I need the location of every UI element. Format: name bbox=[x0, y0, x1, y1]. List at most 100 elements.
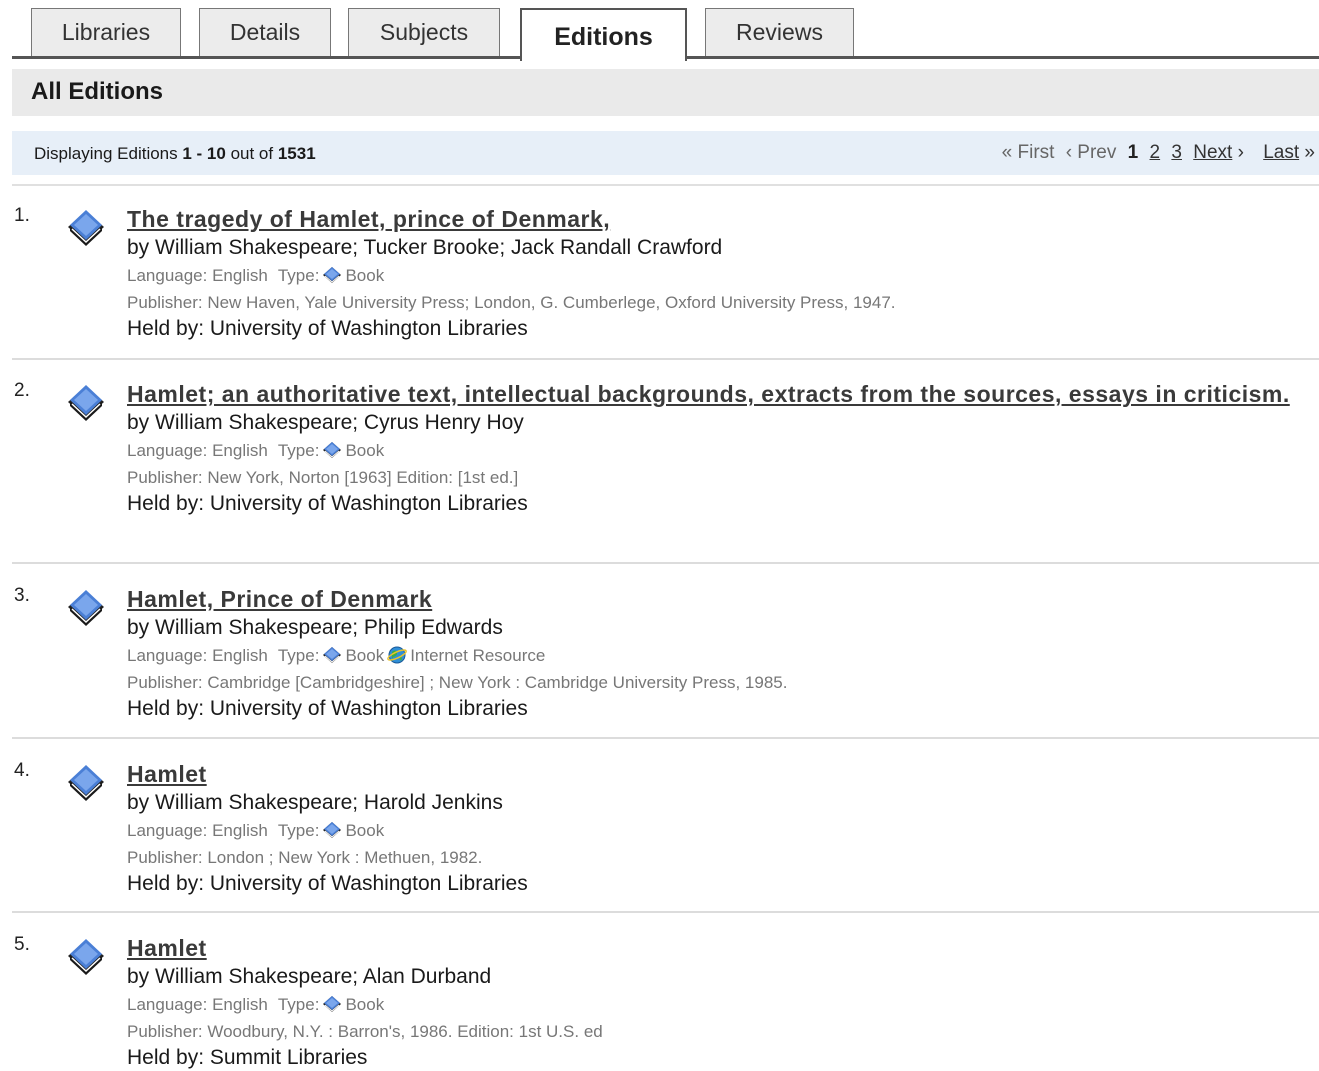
result-authors: by William Shakespeare; Harold Jenkins bbox=[127, 791, 503, 814]
type-label: Type: bbox=[277, 441, 320, 460]
book-icon bbox=[321, 440, 343, 460]
results-total: 1531 bbox=[277, 144, 316, 163]
book-icon bbox=[321, 265, 343, 285]
result-authors: by William Shakespeare; Alan Durband bbox=[127, 965, 492, 988]
result-title-link[interactable]: Hamlet, Prince of Denmark bbox=[127, 585, 1307, 614]
result-number: 3. bbox=[14, 585, 30, 606]
pager-next-arrow: › bbox=[1237, 142, 1244, 163]
result-details: Hamlet, Prince of Denmark by William Shak… bbox=[127, 585, 1307, 722]
pager-last-arrow: » bbox=[1304, 142, 1315, 163]
divider bbox=[12, 737, 1319, 739]
result-held-by: Held by: Summit Libraries bbox=[127, 1045, 1307, 1071]
result-publisher: Publisher: New Haven, Yale University Pr… bbox=[127, 289, 1307, 316]
publisher-value: London ; New York : Methuen, 1982. bbox=[207, 848, 483, 867]
pager-last[interactable]: Last » bbox=[1263, 142, 1315, 163]
pager: « First ‹ Prev 1 2 3 Next › Last » bbox=[996, 142, 1315, 164]
results-count-prefix: Displaying Editions bbox=[34, 144, 183, 163]
publisher-label: Publisher: bbox=[127, 673, 208, 692]
result-details: The tragedy of Hamlet, prince of Denmark… bbox=[127, 205, 1307, 342]
tab-reviews[interactable]: Reviews bbox=[705, 8, 854, 56]
language-label: Language: bbox=[127, 995, 213, 1014]
held-by-label: Held by: bbox=[127, 1046, 210, 1069]
held-by-value: University of Washington Libraries bbox=[209, 697, 528, 720]
type-value: Book bbox=[345, 441, 385, 460]
type-value: Book bbox=[345, 266, 385, 285]
result-number: 5. bbox=[14, 934, 30, 955]
result-authors: by William Shakespeare; Tucker Brooke; J… bbox=[127, 236, 723, 259]
book-icon bbox=[321, 994, 343, 1014]
result-held-by: Held by: University of Washington Librar… bbox=[127, 491, 1307, 517]
type-label: Type: bbox=[277, 995, 320, 1014]
type-value: Internet Resource bbox=[410, 646, 546, 665]
language-label: Language: bbox=[127, 266, 213, 285]
publisher-value: New Haven, Yale University Press; London… bbox=[207, 293, 896, 312]
held-by-value: University of Washington Libraries bbox=[209, 317, 528, 340]
held-by-label: Held by: bbox=[127, 872, 210, 895]
pager-last-label[interactable]: Last bbox=[1263, 142, 1299, 163]
divider bbox=[12, 184, 1319, 186]
tab-subjects[interactable]: Subjects bbox=[348, 8, 500, 56]
pager-first: « First bbox=[1001, 142, 1055, 163]
type-value: Book bbox=[345, 646, 385, 665]
tab-bar: Libraries Details Subjects Editions Revi… bbox=[0, 0, 1319, 61]
book-icon bbox=[64, 205, 108, 249]
type-value: Book bbox=[345, 995, 385, 1014]
language-label: Language: bbox=[127, 441, 213, 460]
divider bbox=[12, 358, 1319, 360]
result-language-type: Language: English Type: Book bbox=[127, 991, 1307, 1018]
language-label: Language: bbox=[127, 646, 213, 665]
pager-page-2[interactable]: 2 bbox=[1150, 142, 1161, 163]
result-language-type: Language: English Type: Book bbox=[127, 262, 1307, 289]
pager-next-label[interactable]: Next bbox=[1193, 142, 1232, 163]
tab-details[interactable]: Details bbox=[199, 8, 331, 56]
section-header: All Editions bbox=[12, 69, 1319, 116]
held-by-label: Held by: bbox=[127, 697, 210, 720]
language-value: English bbox=[212, 646, 268, 665]
held-by-value: University of Washington Libraries bbox=[209, 872, 528, 895]
pager-next[interactable]: Next › bbox=[1193, 142, 1244, 163]
internet-resource-icon bbox=[386, 645, 408, 665]
results-out-of: out of bbox=[225, 144, 278, 163]
language-value: English bbox=[212, 821, 268, 840]
publisher-label: Publisher: bbox=[127, 293, 208, 312]
publisher-label: Publisher: bbox=[127, 468, 208, 487]
result-authors: by William Shakespeare; Cyrus Henry Hoy bbox=[127, 411, 524, 434]
result-title-link[interactable]: Hamlet; an authoritative text, intellect… bbox=[127, 380, 1307, 409]
result-details: Hamlet by William Shakespeare; Alan Durba… bbox=[127, 934, 1307, 1071]
book-icon bbox=[321, 645, 343, 665]
publisher-label: Publisher: bbox=[127, 848, 208, 867]
result-held-by: Held by: University of Washington Librar… bbox=[127, 316, 1307, 342]
result-held-by: Held by: University of Washington Librar… bbox=[127, 696, 1307, 722]
page-title: All Editions bbox=[31, 78, 163, 105]
result-authors: by William Shakespeare; Philip Edwards bbox=[127, 616, 503, 639]
held-by-value: Summit Libraries bbox=[209, 1046, 368, 1069]
publisher-value: Cambridge [Cambridgeshire] ; New York : … bbox=[207, 673, 788, 692]
publisher-label: Publisher: bbox=[127, 1022, 208, 1041]
pagination-bar: Displaying Editions 1 - 10 out of 1531 «… bbox=[12, 131, 1319, 175]
result-title-link[interactable]: The tragedy of Hamlet, prince of Denmark… bbox=[127, 205, 1307, 234]
result-title-link[interactable]: Hamlet bbox=[127, 760, 1307, 789]
pager-page-3[interactable]: 3 bbox=[1171, 142, 1182, 163]
held-by-label: Held by: bbox=[127, 317, 210, 340]
result-title-link[interactable]: Hamlet bbox=[127, 934, 1307, 963]
result-language-type: Language: English Type: Book bbox=[127, 817, 1307, 844]
publisher-value: New York, Norton [1963] Edition: [1st ed… bbox=[207, 468, 519, 487]
result-details: Hamlet; an authoritative text, intellect… bbox=[127, 380, 1307, 517]
language-value: English bbox=[212, 441, 268, 460]
tab-editions[interactable]: Editions bbox=[520, 8, 687, 61]
language-value: English bbox=[212, 995, 268, 1014]
result-publisher: Publisher: New York, Norton [1963] Editi… bbox=[127, 464, 1307, 491]
type-label: Type: bbox=[277, 266, 320, 285]
results-range: 1 - 10 bbox=[182, 144, 226, 163]
result-number: 1. bbox=[14, 205, 30, 226]
result-language-type: Language: English Type: Book bbox=[127, 437, 1307, 464]
tab-libraries[interactable]: Libraries bbox=[31, 8, 181, 56]
result-number: 4. bbox=[14, 760, 30, 781]
type-label: Type: bbox=[277, 821, 320, 840]
result-publisher: Publisher: Woodbury, N.Y. : Barron's, 19… bbox=[127, 1018, 1307, 1045]
result-held-by: Held by: University of Washington Librar… bbox=[127, 871, 1307, 897]
book-icon bbox=[64, 585, 108, 629]
book-icon bbox=[64, 380, 108, 424]
publisher-value: Woodbury, N.Y. : Barron's, 1986. Edition… bbox=[207, 1022, 603, 1041]
result-language-type: Language: English Type: Book Internet Resou… bbox=[127, 642, 1307, 669]
